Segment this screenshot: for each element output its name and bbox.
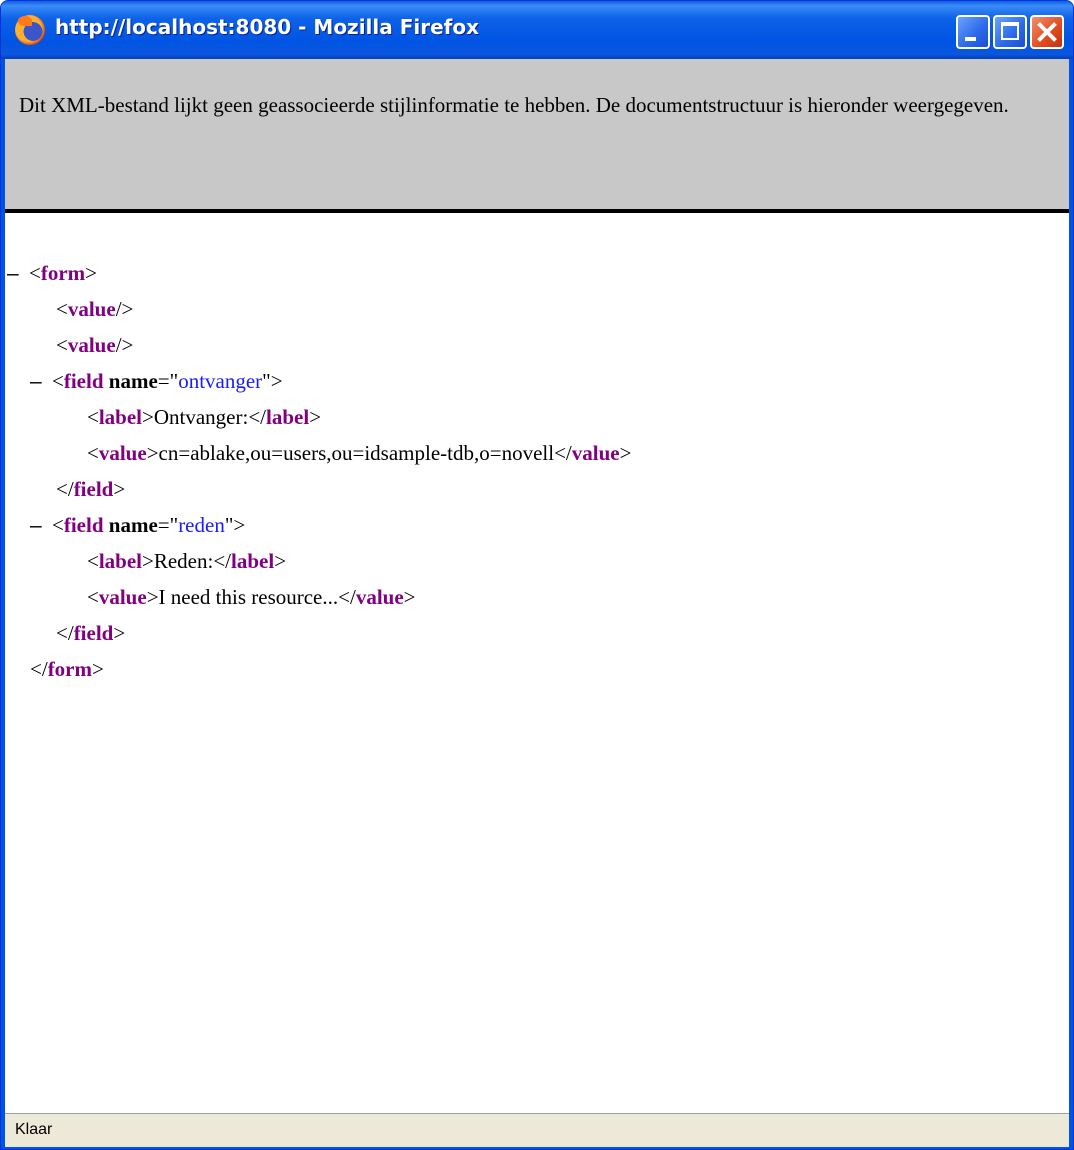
xml-line-form-open: – <form> — [7, 255, 97, 291]
xml-tag-name: value — [571, 441, 620, 465]
xml-line-value-empty: <value/> — [56, 327, 133, 363]
xml-punct: </ — [56, 477, 74, 501]
xml-info-message: Dit XML-bestand lijkt geen geassocieerde… — [19, 93, 1009, 117]
xml-punct: </ — [338, 585, 356, 609]
page-content: Dit XML-bestand lijkt geen geassocieerde… — [5, 59, 1069, 1113]
collapse-toggle[interactable]: – — [30, 364, 52, 400]
xml-tag-name: value — [355, 585, 404, 609]
xml-punct: </ — [554, 441, 572, 465]
xml-attr-value: reden — [178, 513, 225, 537]
xml-punct: > — [274, 549, 287, 573]
xml-punct: < — [87, 549, 99, 573]
xml-punct: < — [52, 369, 64, 393]
xml-punct: > — [619, 441, 632, 465]
xml-punct: > — [85, 261, 97, 285]
xml-punct: < — [87, 405, 99, 429]
xml-punct: =" — [157, 513, 179, 537]
xml-punct: =" — [157, 369, 179, 393]
xml-tag-name: field — [73, 621, 114, 645]
xml-line-value-empty: <value/> — [56, 291, 133, 327]
xml-punct: </ — [213, 549, 232, 573]
xml-line-field-open: – <field name="reden"> — [30, 507, 245, 543]
xml-line-value: <value>cn=ablake,ou=users,ou=idsample-td… — [87, 435, 631, 471]
firefox-icon — [15, 15, 45, 45]
xml-punct: < — [56, 333, 68, 357]
xml-text: cn=ablake,ou=users,ou=idsample-tdb,o=nov… — [158, 441, 555, 465]
xml-punct: < — [87, 441, 99, 465]
xml-info-header: Dit XML-bestand lijkt geen geassocieerde… — [5, 59, 1069, 213]
xml-punct: /> — [115, 333, 134, 357]
collapse-toggle[interactable]: – — [7, 256, 29, 292]
xml-punct: > — [113, 477, 126, 501]
xml-punct: "> — [262, 369, 283, 393]
minimize-icon[interactable] — [956, 15, 990, 49]
browser-window: http://localhost:8080 - Mozilla Firefox … — [0, 0, 1074, 1150]
xml-text: I need this resource... — [158, 585, 339, 609]
xml-tag-name: value — [67, 333, 116, 357]
window-title: http://localhost:8080 - Mozilla Firefox — [55, 15, 480, 39]
xml-punct: "> — [224, 513, 246, 537]
xml-punct: </ — [56, 621, 74, 645]
maximize-icon[interactable] — [993, 15, 1027, 49]
xml-punct: > — [403, 585, 416, 609]
xml-tag-name: value — [98, 441, 147, 465]
xml-punct: > — [113, 621, 126, 645]
xml-tag-name: value — [67, 297, 116, 321]
xml-punct: > — [92, 657, 104, 681]
xml-line-label: <label>Ontvanger:</label> — [87, 399, 321, 435]
xml-attr-name: name — [108, 513, 158, 537]
xml-attr-value: ontvanger — [178, 369, 263, 393]
xml-text: Reden: — [153, 549, 214, 573]
xml-punct: < — [56, 297, 68, 321]
xml-tag-name: field — [63, 369, 104, 393]
collapse-toggle[interactable]: – — [30, 508, 52, 544]
xml-tag-name: label — [98, 549, 143, 573]
xml-line-field-close: </field> — [56, 471, 125, 507]
close-icon[interactable] — [1030, 15, 1064, 49]
xml-punct: > — [142, 549, 154, 573]
xml-tag-name: field — [63, 513, 104, 537]
xml-line-label: <label>Reden:</label> — [87, 543, 286, 579]
xml-punct: > — [146, 441, 159, 465]
xml-punct: </ — [248, 405, 267, 429]
xml-tag-name: label — [231, 549, 275, 573]
xml-punct: > — [146, 585, 159, 609]
xml-punct: < — [52, 513, 64, 537]
xml-line-form-close: </form> — [30, 651, 104, 687]
xml-tag-name: label — [98, 405, 143, 429]
xml-tag-name: form — [47, 657, 92, 681]
xml-punct: > — [142, 405, 154, 429]
xml-line-value: <value>I need this resource...</value> — [87, 579, 416, 615]
xml-punct: </ — [30, 657, 48, 681]
title-bar[interactable]: http://localhost:8080 - Mozilla Firefox — [1, 1, 1073, 59]
xml-tag-name: label — [266, 405, 310, 429]
xml-punct: < — [29, 261, 41, 285]
xml-tag-name: form — [40, 261, 86, 285]
status-bar: Klaar — [5, 1113, 1069, 1147]
xml-punct: < — [87, 585, 99, 609]
xml-tag-name: value — [98, 585, 147, 609]
xml-punct: /> — [115, 297, 134, 321]
xml-attr-name: name — [108, 369, 158, 393]
xml-tag-name: field — [73, 477, 114, 501]
xml-line-field-open: – <field name="ontvanger"> — [30, 363, 283, 399]
status-text: Klaar — [15, 1121, 53, 1138]
xml-text: Ontvanger: — [153, 405, 249, 429]
xml-line-field-close: </field> — [56, 615, 125, 651]
xml-punct: > — [309, 405, 322, 429]
